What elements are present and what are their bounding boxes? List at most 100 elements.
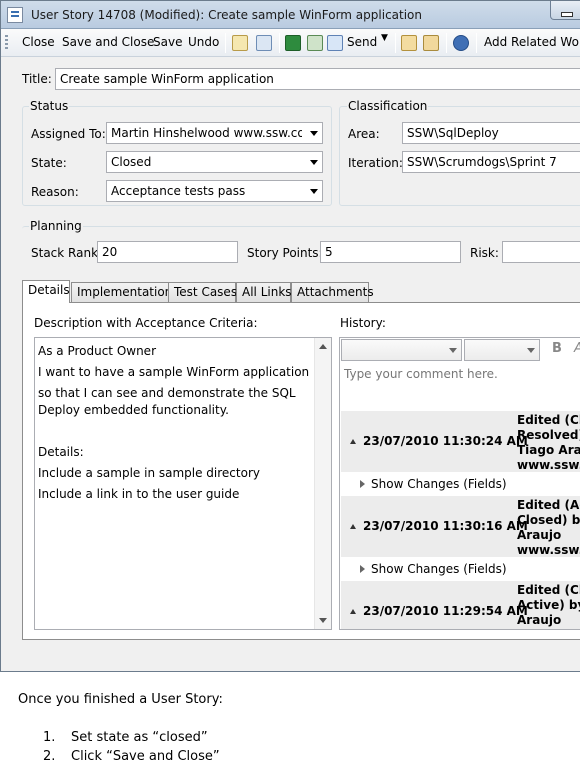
instruction-step: 2. Click “Save and Close” <box>43 749 220 768</box>
work-item-window: User Story 14708 (Modified): Create samp… <box>0 0 580 672</box>
stack-rank-label: Stack Rank: <box>31 246 103 260</box>
history-date-text: 23/07/2010 11:30:24 AM <box>363 434 528 448</box>
risk-label: Risk: <box>470 246 499 260</box>
scroll-down-icon[interactable] <box>319 618 327 623</box>
history-date-text: 23/07/2010 11:29:54 AM <box>363 604 528 618</box>
area-field[interactable]: SSW\SqlDeploy <box>402 122 580 144</box>
dropdown-arrow-icon[interactable] <box>310 131 318 136</box>
font-size-select[interactable] <box>464 339 540 361</box>
new-linked-item-icon[interactable] <box>401 35 417 51</box>
stack-rank-input[interactable]: 20 <box>97 241 238 263</box>
show-changes-link[interactable]: Show Changes (Fields) <box>360 477 507 491</box>
state-value: Closed <box>111 155 152 169</box>
history-date: 23/07/2010 11:30:24 AM <box>351 434 528 448</box>
description-label: Description with Acceptance Criteria: <box>34 316 258 330</box>
tab-attachments[interactable]: Attachments <box>291 282 374 302</box>
font-color-button[interactable]: A <box>574 341 580 356</box>
work-item-icon <box>7 7 23 23</box>
reason-select[interactable]: Acceptance tests pass <box>106 180 323 202</box>
description-line: Include a sample in sample directory <box>38 466 260 480</box>
dropdown-arrow-icon[interactable] <box>449 348 457 353</box>
font-select[interactable] <box>341 339 462 361</box>
toolbar-separator <box>395 33 396 53</box>
state-select[interactable]: Closed <box>106 151 323 173</box>
show-changes-label: Show Changes (Fields) <box>371 477 507 491</box>
dropdown-arrow-icon[interactable] <box>310 160 318 165</box>
links-icon[interactable] <box>232 35 248 51</box>
send-icon[interactable] <box>327 35 343 51</box>
history-info: Edited (Clos Active) by T Araujo <box>517 583 580 627</box>
history-entry: 23/07/2010 11:30:16 AM Edited (Activ Clo… <box>341 496 580 557</box>
description-editor[interactable]: As a Product Owner I want to have a samp… <box>34 337 332 630</box>
planning-heading: Planning <box>29 219 83 233</box>
description-scrollbar[interactable] <box>314 338 331 629</box>
history-info: Edited (Clos Resolved) b Tiago Araujo ww… <box>517 413 580 472</box>
send-button[interactable]: Send <box>347 35 377 49</box>
comment-input[interactable]: Type your comment here. <box>344 367 498 381</box>
story-points-input[interactable]: 5 <box>320 241 461 263</box>
window-title: User Story 14708 (Modified): Create samp… <box>31 8 423 22</box>
step-text: Set state as “closed” <box>71 730 208 745</box>
history-entry: 23/07/2010 11:30:24 AM Edited (Clos Reso… <box>341 411 580 472</box>
history-date-text: 23/07/2010 11:30:16 AM <box>363 519 528 533</box>
save-button[interactable]: Save <box>153 35 182 49</box>
description-line: Deploy embedded functionality. <box>38 403 229 417</box>
history-entry: 23/07/2010 11:29:54 AM Edited (Clos Acti… <box>341 581 580 629</box>
undo-button[interactable]: Undo <box>188 35 219 49</box>
history-date: 23/07/2010 11:29:54 AM <box>351 604 528 618</box>
description-line: Include a link in to the user guide <box>38 487 240 501</box>
instructions-list: 1. Set state as “closed” 2. Click “Save an… <box>43 730 220 768</box>
excel-icon[interactable] <box>285 35 301 51</box>
instructions-caption: Once you finished a User Story: <box>18 692 223 707</box>
step-number: 1. <box>43 730 56 745</box>
project-icon[interactable] <box>307 35 323 51</box>
tab-all-links[interactable]: All Links <box>236 282 292 302</box>
dropdown-arrow-icon[interactable] <box>527 348 535 353</box>
dropdown-arrow-icon[interactable] <box>310 189 318 194</box>
iteration-field[interactable]: SSW\Scrumdogs\Sprint 7 <box>402 151 580 173</box>
close-button[interactable]: Close <box>22 35 55 49</box>
toolbar-separator <box>225 33 226 53</box>
history-date: 23/07/2010 11:30:16 AM <box>351 519 528 533</box>
description-line: I want to have a sample WinForm applicat… <box>38 365 310 379</box>
toolbar-grip[interactable] <box>5 35 8 51</box>
assigned-to-value: Martin Hinshelwood www.ssw.com.a <box>111 126 302 140</box>
step-number: 2. <box>43 749 56 764</box>
history-panel: B A Type your comment here. 23/07/2010 1… <box>339 337 580 630</box>
reason-value: Acceptance tests pass <box>111 184 246 198</box>
copy-icon[interactable] <box>256 35 272 51</box>
title-label: Title: <box>22 72 52 86</box>
risk-input[interactable] <box>502 241 580 263</box>
toolbar-separator <box>476 33 477 53</box>
new-item-icon[interactable] <box>423 35 439 51</box>
show-changes-link[interactable]: Show Changes (Fields) <box>360 562 507 576</box>
title-bar: User Story 14708 (Modified): Create samp… <box>1 1 580 29</box>
tab-details[interactable]: Details <box>22 280 70 303</box>
bold-button[interactable]: B <box>552 341 562 356</box>
status-heading: Status <box>29 99 70 113</box>
reason-label: Reason: <box>31 185 79 199</box>
refresh-icon[interactable] <box>453 35 469 51</box>
scroll-up-icon[interactable] <box>319 344 327 349</box>
add-related-work-button[interactable]: Add Related Work <box>484 35 580 49</box>
save-and-close-button[interactable]: Save and Close <box>62 35 154 49</box>
minimize-button[interactable] <box>550 1 580 20</box>
expand-icon[interactable] <box>360 565 365 573</box>
show-changes-label: Show Changes (Fields) <box>371 562 507 576</box>
step-text: Click “Save and Close” <box>71 749 220 764</box>
story-points-label: Story Points: <box>247 246 323 260</box>
state-label: State: <box>31 156 67 170</box>
send-dropdown-icon[interactable]: ▼ <box>381 33 388 43</box>
toolbar: Close Save and Close Save Undo Send ▼ Ad… <box>1 29 580 57</box>
assigned-to-select[interactable]: Martin Hinshelwood www.ssw.com.a <box>106 122 323 144</box>
tab-test-cases[interactable]: Test Cases <box>168 282 237 302</box>
classification-heading: Classification <box>347 99 429 113</box>
instruction-step: 1. Set state as “closed” <box>43 730 220 749</box>
history-label: History: <box>340 316 386 330</box>
iteration-label: Iteration: <box>348 156 403 170</box>
description-line: Details: <box>38 445 84 459</box>
description-line: so that I can see and demonstrate the SQ… <box>38 386 296 400</box>
toolbar-separator <box>446 33 447 53</box>
expand-icon[interactable] <box>360 480 365 488</box>
title-input[interactable]: Create sample WinForm application <box>55 68 580 90</box>
